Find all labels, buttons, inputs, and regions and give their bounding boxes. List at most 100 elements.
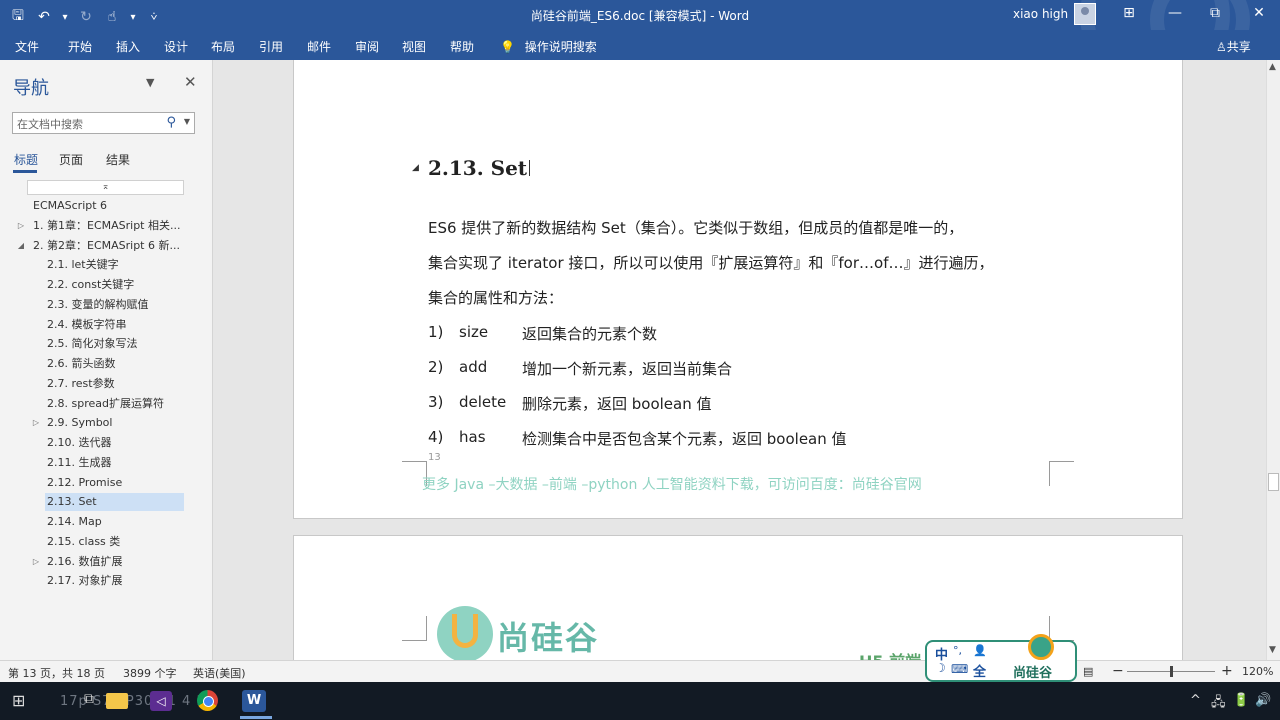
file-explorer-icon[interactable] bbox=[106, 693, 128, 709]
paragraph-line[interactable]: ES6 提供了新的数据结构 Set（集合）。它类似于数组，但成员的值都是唯一的， bbox=[428, 217, 963, 238]
ime-brand-text: 尚硅谷 bbox=[1013, 666, 1053, 681]
volume-icon[interactable]: 🔊 bbox=[1255, 693, 1271, 708]
tab-references[interactable]: 引用 bbox=[259, 38, 283, 55]
collapse-all-button[interactable]: ⌅ bbox=[27, 180, 184, 195]
tab-mailings[interactable]: 邮件 bbox=[307, 38, 331, 55]
tab-pages[interactable]: 页面 bbox=[59, 151, 83, 168]
ime-fullwidth-mode[interactable]: 全 bbox=[973, 661, 986, 680]
minimize-button[interactable]: — bbox=[1165, 5, 1185, 21]
nav-heading-item[interactable]: 2.4. 模板字符串 bbox=[47, 316, 127, 334]
nav-search-input[interactable]: 在文档中搜索 ⚲ ▼ bbox=[12, 112, 195, 134]
list-term[interactable]: delete bbox=[459, 393, 506, 411]
collapse-heading-icon[interactable]: ◢ bbox=[412, 163, 419, 173]
nav-heading-item[interactable]: 2.5. 简化对象写法 bbox=[47, 335, 138, 353]
scroll-up-icon[interactable]: ▲ bbox=[1269, 62, 1276, 72]
restore-button[interactable]: ⧉ bbox=[1205, 5, 1225, 21]
ime-keyboard-icon[interactable]: ⌨ bbox=[951, 662, 968, 676]
tab-layout[interactable]: 布局 bbox=[211, 38, 235, 55]
windows-start-icon[interactable]: ⊞ bbox=[12, 691, 25, 710]
tab-review[interactable]: 审阅 bbox=[355, 38, 379, 55]
user-name[interactable]: xiao high bbox=[1013, 7, 1068, 21]
nav-heading-item[interactable]: 2.13. Set bbox=[45, 493, 184, 512]
list-description[interactable]: 检测集合中是否包含某个元素，返回 boolean 值 bbox=[522, 428, 847, 449]
heading-toggle-icon[interactable]: ◢ bbox=[16, 237, 26, 255]
tab-results[interactable]: 结果 bbox=[106, 151, 130, 168]
document-area[interactable]: ◢ 2.13. Set ES6 提供了新的数据结构 Set（集合）。它类似于数组… bbox=[214, 60, 1266, 660]
nav-heading-item[interactable]: 2.14. Map bbox=[47, 513, 102, 531]
tab-help[interactable]: 帮助 bbox=[450, 38, 474, 55]
nav-heading-item[interactable]: 2. 第2章：ECMASript 6 新... bbox=[33, 237, 180, 255]
paragraph-line[interactable]: 集合实现了 iterator 接口，所以可以使用『扩展运算符』和『for…of…… bbox=[428, 252, 993, 273]
navigation-pane: 导航 ▼ ✕ 在文档中搜索 ⚲ ▼ 标题 页面 结果 ⌅ ECMAScript … bbox=[0, 60, 213, 660]
heading-toggle-icon[interactable]: ▷ bbox=[16, 217, 26, 235]
nav-heading-item[interactable]: 2.6. 箭头函数 bbox=[47, 355, 116, 373]
heading-toggle-icon[interactable]: ▷ bbox=[31, 553, 41, 571]
nav-heading-item[interactable]: 2.15. class 类 bbox=[47, 533, 120, 551]
tab-view[interactable]: 视图 bbox=[402, 38, 426, 55]
tab-design[interactable]: 设计 bbox=[164, 38, 188, 55]
ime-user-icon[interactable]: 👤 bbox=[973, 644, 987, 657]
page-count[interactable]: 第 13 页，共 18 页 bbox=[8, 665, 105, 681]
tab-headings[interactable]: 标题 bbox=[14, 151, 38, 168]
search-icon[interactable]: ⚲ bbox=[166, 115, 176, 130]
zoom-slider-thumb[interactable] bbox=[1170, 666, 1173, 677]
tab-home[interactable]: 开始 bbox=[68, 38, 92, 55]
scroll-down-icon[interactable]: ▼ bbox=[1269, 645, 1276, 655]
zoom-out-button[interactable]: − bbox=[1112, 663, 1124, 679]
brand-logo-text: 尚硅谷 bbox=[497, 619, 600, 657]
nav-heading-item[interactable]: 2.10. 迭代器 bbox=[47, 434, 112, 452]
nav-heading-item[interactable]: 2.17. 对象扩展 bbox=[47, 572, 123, 590]
tab-insert[interactable]: 插入 bbox=[116, 38, 140, 55]
list-term[interactable]: add bbox=[459, 358, 487, 376]
nav-heading-item[interactable]: 1. 第1章：ECMASript 相关... bbox=[33, 217, 180, 235]
visual-studio-code-icon[interactable]: ◁ bbox=[150, 691, 172, 711]
nav-heading-item[interactable]: ECMAScript 6 bbox=[33, 197, 107, 215]
nav-heading-item[interactable]: 2.16. 数值扩展 bbox=[47, 553, 123, 571]
language-status[interactable]: 英语(美国) bbox=[193, 665, 246, 681]
list-term[interactable]: size bbox=[459, 323, 488, 341]
tell-me-search[interactable]: 💡 操作说明搜索 bbox=[500, 38, 597, 55]
zoom-level[interactable]: 120% bbox=[1242, 665, 1273, 678]
mouse-ibeam-cursor bbox=[529, 160, 530, 176]
list-description[interactable]: 返回集合的元素个数 bbox=[522, 323, 657, 344]
list-number: 2) bbox=[428, 358, 444, 376]
nav-options-chevron-icon[interactable]: ▼ bbox=[146, 76, 154, 89]
nav-heading-item[interactable]: 2.8. spread扩展运算符 bbox=[47, 395, 164, 413]
nav-heading-item[interactable]: 2.12. Promise bbox=[47, 474, 122, 492]
paragraph-line[interactable]: 集合的属性和方法： bbox=[428, 287, 563, 308]
scroll-thumb[interactable] bbox=[1268, 473, 1279, 491]
tab-file[interactable]: 文件 bbox=[15, 38, 39, 55]
network-icon[interactable]: 🖧 bbox=[1211, 693, 1226, 715]
close-nav-pane-icon[interactable]: ✕ bbox=[184, 73, 197, 91]
avatar[interactable] bbox=[1074, 3, 1096, 25]
list-description[interactable]: 增加一个新元素，返回当前集合 bbox=[522, 358, 732, 379]
list-term[interactable]: has bbox=[459, 428, 486, 446]
heading-toggle-icon[interactable]: ▷ bbox=[31, 414, 41, 432]
nav-heading-item[interactable]: 2.3. 变量的解构赋值 bbox=[47, 296, 149, 314]
list-description[interactable]: 删除元素，返回 boolean 值 bbox=[522, 393, 712, 414]
ime-toolbar[interactable]: 中 °, 👤 ☽ ⌨ 全 尚硅谷 bbox=[925, 634, 1077, 682]
vertical-scrollbar[interactable]: ▲ ▼ bbox=[1266, 60, 1280, 660]
word-count[interactable]: 3899 个字 bbox=[123, 665, 177, 681]
nav-heading-item[interactable]: 2.2. const关键字 bbox=[47, 276, 134, 294]
zoom-in-button[interactable]: + bbox=[1221, 663, 1233, 679]
nav-heading-item[interactable]: 2.9. Symbol bbox=[47, 414, 112, 432]
nav-heading-item[interactable]: 2.11. 生成器 bbox=[47, 454, 112, 472]
share-button[interactable]: ♙共享 bbox=[1216, 38, 1251, 55]
nav-heading-item[interactable]: 2.7. rest参数 bbox=[47, 375, 115, 393]
battery-icon[interactable]: 🔋 bbox=[1233, 693, 1249, 708]
focus-mode-icon[interactable]: ▤ bbox=[1083, 665, 1093, 678]
close-window-button[interactable]: ✕ bbox=[1249, 5, 1269, 21]
task-view-icon[interactable]: ⧉ bbox=[84, 691, 94, 707]
search-options-chevron-icon[interactable]: ▼ bbox=[184, 117, 190, 126]
ribbon-display-options-button[interactable]: ⊞ bbox=[1119, 5, 1139, 21]
chrome-icon[interactable] bbox=[197, 690, 218, 711]
ime-halfwidth-icon[interactable]: ☽ bbox=[935, 661, 946, 675]
word-taskbar-icon[interactable]: W bbox=[242, 690, 266, 712]
document-page[interactable]: ◢ 2.13. Set ES6 提供了新的数据结构 Set（集合）。它类似于数组… bbox=[293, 60, 1183, 519]
section-heading[interactable]: 2.13. Set bbox=[428, 156, 527, 180]
ime-punctuation-icon[interactable]: °, bbox=[953, 644, 962, 657]
nav-heading-item[interactable]: 2.1. let关键字 bbox=[47, 256, 119, 274]
active-app-indicator bbox=[240, 716, 272, 719]
tray-overflow-chevron-icon[interactable]: ^ bbox=[1190, 693, 1201, 708]
